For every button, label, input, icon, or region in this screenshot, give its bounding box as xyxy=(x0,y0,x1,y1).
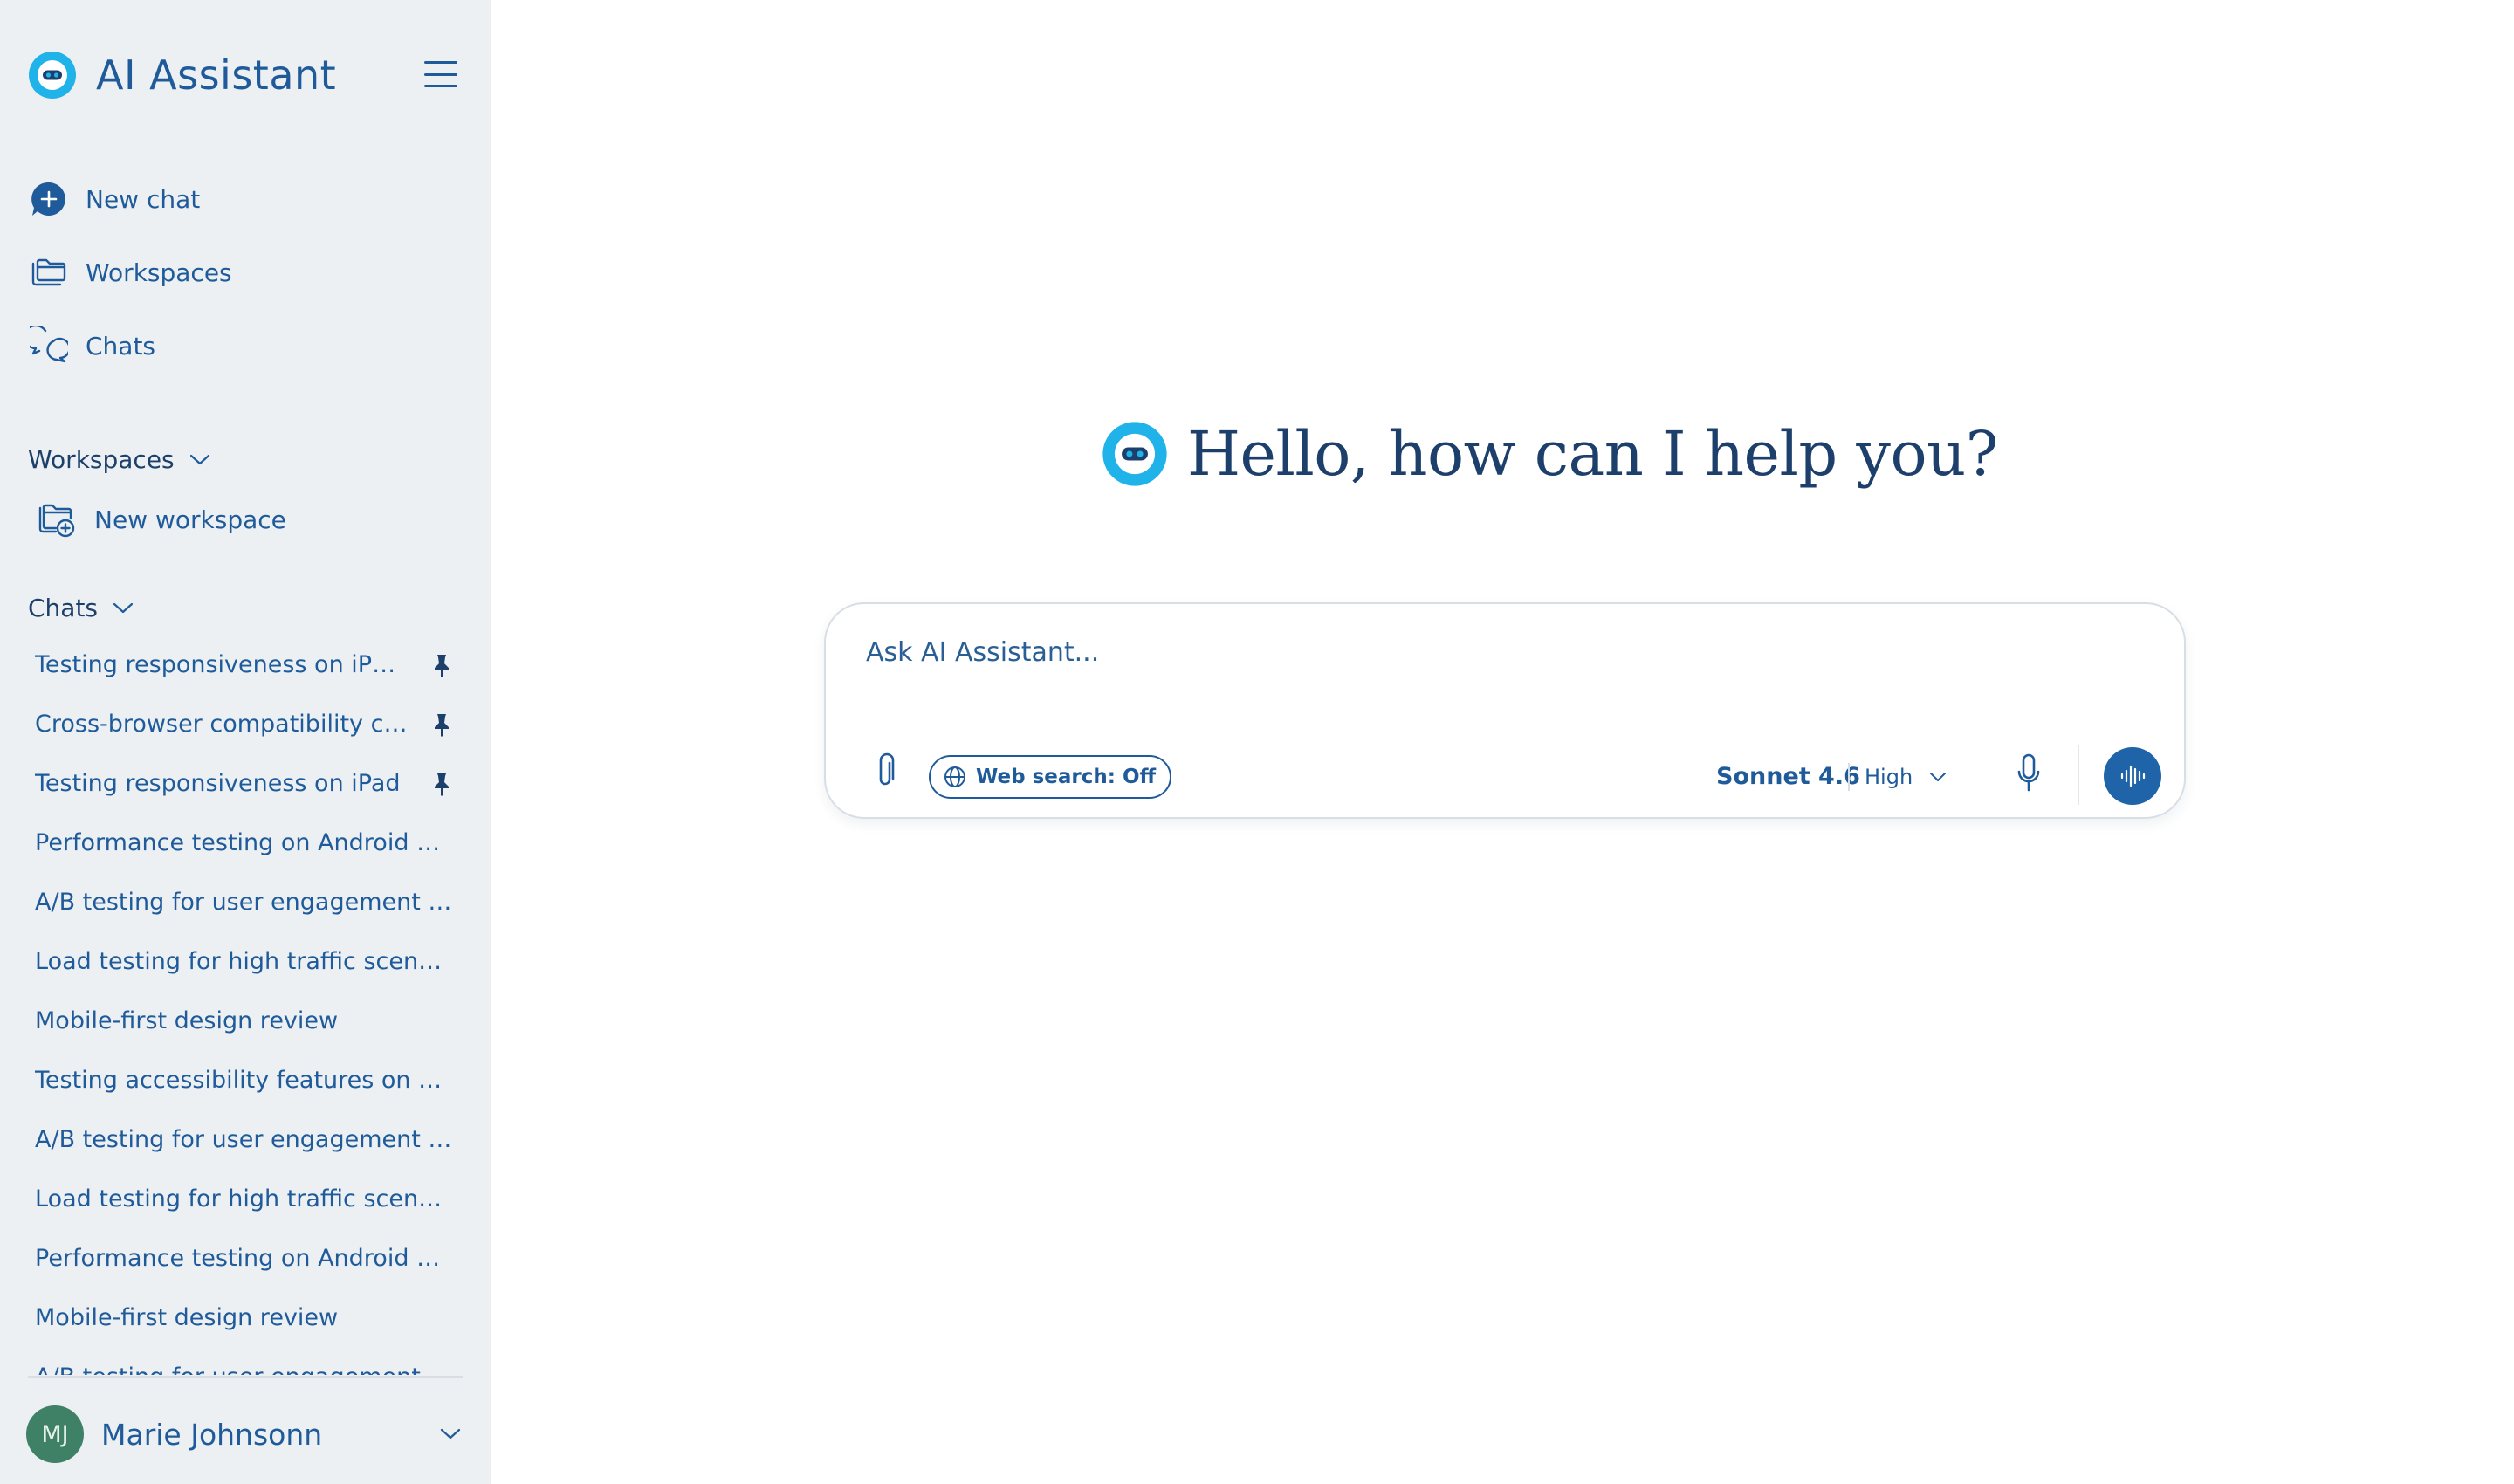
chats-section-title: Chats xyxy=(28,593,99,622)
new-workspace-button[interactable]: New workspace xyxy=(37,498,286,541)
workspaces-section-title: Workspaces xyxy=(28,444,175,474)
effort-selector[interactable]: High xyxy=(1865,759,1947,794)
workspaces-nav-label: Workspaces xyxy=(86,258,232,287)
chevron-down-icon xyxy=(1930,773,1947,781)
chat-title: Testing responsiveness on iPhone xyxy=(35,650,410,678)
web-search-label: Web search: Off xyxy=(976,766,1157,788)
brand: AI Assistant xyxy=(28,49,336,101)
chat-list-item[interactable]: Cross-browser compatibility che… xyxy=(35,702,463,745)
divider xyxy=(1848,763,1850,791)
assistant-logo-icon xyxy=(1102,422,1167,486)
chat-title: A/B testing for user engagement met… xyxy=(35,1364,454,1376)
chats-nav-label: Chats xyxy=(86,331,156,361)
microphone-icon[interactable] xyxy=(2015,752,2043,794)
workspaces-nav-item[interactable]: Workspaces xyxy=(30,248,232,297)
chat-title: Cross-browser compatibility che… xyxy=(35,710,410,738)
chat-title: Testing accessibility features on Win… xyxy=(35,1066,454,1094)
folders-icon xyxy=(31,258,66,286)
new-workspace-label: New workspace xyxy=(94,505,286,534)
assistant-logo-icon xyxy=(29,52,76,99)
chats-section-toggle[interactable]: Chats xyxy=(28,587,134,629)
chat-title: Mobile-first design review xyxy=(35,1007,339,1034)
chat-list-item[interactable]: Testing accessibility features on Win… xyxy=(35,1058,463,1102)
chats-nav-item[interactable]: Chats xyxy=(30,321,155,370)
sidebar-divider xyxy=(28,1376,463,1378)
avatar: MJ xyxy=(26,1405,84,1463)
chat-list-item[interactable]: Mobile-first design review xyxy=(35,1295,463,1339)
chat-list-item[interactable]: A/B testing for user engagement met… xyxy=(35,880,463,924)
user-name: Marie Johnsonn xyxy=(101,1417,323,1452)
new-chat-label: New chat xyxy=(86,184,201,214)
user-menu[interactable]: MJ Marie Johnsonn xyxy=(26,1405,463,1463)
chat-list-item[interactable]: A/B testing for user engagement met… xyxy=(35,1355,463,1376)
app-root: AI Assistant New chat Workspaces Chats W… xyxy=(0,0,2514,1484)
chat-list-item[interactable]: A/B testing for user engagement met… xyxy=(35,1117,463,1161)
new-chat-icon xyxy=(31,182,65,216)
chat-bubbles-icon xyxy=(30,326,68,363)
chat-title: Load testing for high traffic scenarios xyxy=(35,947,454,975)
chat-list-item[interactable]: Testing responsiveness on iPhone xyxy=(35,642,463,686)
chat-list-item[interactable]: Load testing for high traffic scenarios xyxy=(35,1177,463,1220)
chat-list: Testing responsiveness on iPhone Cross-b… xyxy=(0,637,491,1376)
folder-add-icon xyxy=(38,504,75,538)
app-title: AI Assistant xyxy=(96,52,337,99)
chat-title: Load testing for high traffic scenarios xyxy=(35,1185,454,1213)
menu-toggle-icon[interactable] xyxy=(424,61,457,87)
chat-title: Testing responsiveness on iPad xyxy=(35,769,401,797)
prompt-input[interactable] xyxy=(866,630,2140,674)
main-panel: Hello, how can I help you? Web search: O… xyxy=(491,0,2514,1484)
chat-title: Performance testing on Android devi… xyxy=(35,828,454,856)
paperclip-icon[interactable] xyxy=(871,752,899,791)
chat-list-item[interactable]: Mobile-first design review xyxy=(35,999,463,1042)
chat-list-item[interactable]: Testing responsiveness on iPad xyxy=(35,761,463,805)
divider xyxy=(2078,745,2079,805)
greeting-text: Hello, how can I help you? xyxy=(1187,418,1998,490)
sidebar: AI Assistant New chat Workspaces Chats W… xyxy=(0,0,491,1484)
new-chat-button[interactable]: New chat xyxy=(30,175,200,223)
pin-icon[interactable] xyxy=(431,712,452,737)
chat-title: A/B testing for user engagement met… xyxy=(35,1125,454,1153)
workspaces-section-toggle[interactable]: Workspaces xyxy=(28,438,211,480)
model-selector[interactable]: Sonnet 4.6 xyxy=(1716,759,1860,794)
waveform-icon xyxy=(2120,765,2146,787)
pin-icon[interactable] xyxy=(431,653,452,677)
chat-title: Performance testing on Android devi… xyxy=(35,1244,454,1272)
web-search-toggle[interactable]: Web search: Off xyxy=(929,755,1172,799)
chat-list-item[interactable]: Performance testing on Android devi… xyxy=(35,821,463,864)
effort-label: High xyxy=(1865,765,1913,789)
chevron-down-icon xyxy=(189,454,210,465)
voice-mode-button[interactable] xyxy=(2104,747,2161,805)
globe-icon xyxy=(944,766,965,787)
chevron-down-icon xyxy=(113,602,134,614)
pin-icon[interactable] xyxy=(431,772,452,796)
chat-title: Mobile-first design review xyxy=(35,1303,339,1331)
chat-list-item[interactable]: Performance testing on Android devi… xyxy=(35,1236,463,1280)
chat-list-item[interactable]: Load testing for high traffic scenarios xyxy=(35,939,463,983)
greeting: Hello, how can I help you? xyxy=(1102,410,1998,498)
chat-title: A/B testing for user engagement met… xyxy=(35,888,454,916)
composer: Web search: Off Sonnet 4.6 High xyxy=(824,602,2186,819)
chevron-down-icon xyxy=(440,1428,461,1439)
